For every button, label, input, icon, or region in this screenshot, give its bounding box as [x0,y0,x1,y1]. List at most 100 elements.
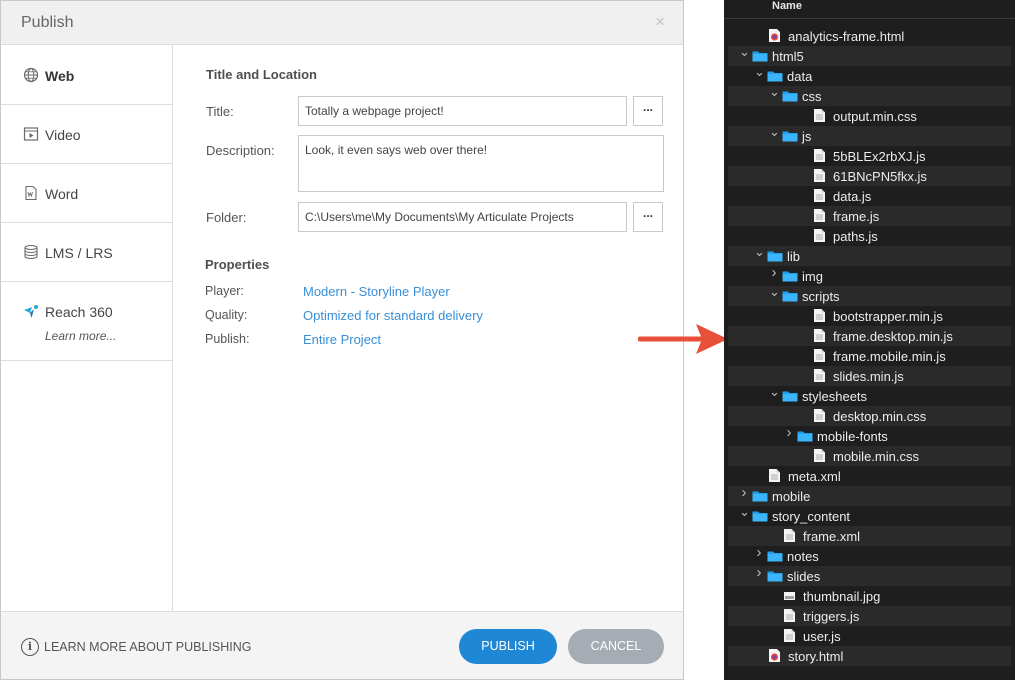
file-icon [814,369,825,382]
file-row[interactable]: frame.js [728,206,1011,226]
file-row[interactable]: analytics-frame.html [728,26,1011,46]
file-name: bootstrapper.min.js [833,309,943,324]
html-file-icon [769,649,780,662]
file-icon [814,409,825,422]
name-column-header[interactable]: Name [772,0,802,12]
publish-scope-link[interactable]: Entire Project [303,332,381,347]
properties-heading: Properties [205,257,270,272]
file-name: frame.js [833,209,880,224]
file-row[interactable]: output.min.css [728,106,1011,126]
folder-row[interactable]: ⌄ js [728,125,1011,146]
file-row[interactable]: frame.mobile.min.js [728,346,1011,366]
file-row[interactable]: story.html [728,646,1011,666]
chevron-down-icon[interactable]: ⌄ [754,245,765,258]
file-icon [814,449,825,462]
globe-icon [23,67,39,83]
chevron-right-icon[interactable]: › [739,485,749,500]
file-row[interactable]: 5bBLEx2rbXJ.js [728,146,1011,166]
folder-icon [767,551,783,562]
description-input[interactable]: Look, it even says web over there! [298,135,664,192]
file-row[interactable]: paths.js [728,226,1011,246]
file-name: paths.js [833,229,878,244]
folder-row[interactable]: › slides [728,565,1011,586]
file-row[interactable]: meta.xml [728,466,1011,486]
quality-link[interactable]: Optimized for standard delivery [303,308,483,323]
folder-row[interactable]: ⌄ scripts [728,285,1011,306]
file-row[interactable]: slides.min.js [728,366,1011,386]
file-name: mobile-fonts [817,429,888,444]
folder-input[interactable]: C:\Users\me\My Documents\My Articulate P… [298,202,627,232]
chevron-down-icon[interactable]: ⌄ [739,505,750,518]
sidebar-item-video[interactable]: Video [1,105,172,164]
cancel-button[interactable]: CANCEL [568,629,664,664]
folder-icon [767,71,783,82]
folder-icon [782,271,798,282]
file-row[interactable]: 61BNcPN5fkx.js [728,166,1011,186]
folder-row[interactable]: ⌄ stylesheets [728,385,1011,406]
learn-more-label: LEARN MORE ABOUT PUBLISHING [44,640,252,654]
chevron-down-icon[interactable]: ⌄ [769,285,780,298]
title-input[interactable]: Totally a webpage project! [298,96,627,126]
file-name: slides [787,569,821,584]
folder-icon [782,291,798,302]
sidebar-item-word[interactable]: Word [1,164,172,223]
close-icon[interactable]: × [655,12,665,32]
file-name: frame.mobile.min.js [833,349,946,364]
sidebar-item-lms-lrs[interactable]: LMS / LRS [1,223,172,282]
folder-browse-button[interactable]: ... [633,202,663,232]
folder-row[interactable]: › mobile-fonts [728,425,1011,446]
file-name: slides.min.js [833,369,904,384]
folder-row[interactable]: ⌄ data [728,65,1011,86]
sidebar-item-web[interactable]: Web [1,45,172,105]
file-row[interactable]: frame.desktop.min.js [728,326,1011,346]
folder-row[interactable]: ⌄ html5 [728,45,1011,66]
file-name: output.min.css [833,109,917,124]
file-row[interactable]: data.js [728,186,1011,206]
file-name: mobile [772,489,811,504]
file-icon [784,609,795,622]
file-icon [784,629,795,642]
file-row[interactable]: desktop.min.css [728,406,1011,426]
chevron-right-icon[interactable]: › [784,425,794,440]
video-icon [23,127,39,141]
chevron-down-icon[interactable]: ⌄ [769,125,780,138]
file-name: frame.desktop.min.js [833,329,953,344]
description-label: Description: [206,143,275,158]
file-name: stylesheets [802,389,868,404]
file-name: scripts [802,289,840,304]
file-name: img [802,269,823,284]
reach-360-icon [24,305,38,318]
file-icon [784,529,795,542]
publish-button[interactable]: PUBLISH [459,629,557,664]
chevron-down-icon[interactable]: ⌄ [739,45,750,58]
file-row[interactable]: bootstrapper.min.js [728,306,1011,326]
reach-learn-more-link[interactable]: Learn more... [45,329,116,343]
file-name: html5 [772,49,804,64]
folder-row[interactable]: › mobile [728,485,1011,506]
chevron-down-icon[interactable]: ⌄ [769,385,780,398]
dialog-footer: i LEARN MORE ABOUT PUBLISHING PUBLISH CA… [1,611,683,679]
chevron-right-icon[interactable]: › [754,545,764,560]
file-row[interactable]: user.js [728,626,1011,646]
file-name: story.html [788,649,844,664]
chevron-down-icon[interactable]: ⌄ [769,85,780,98]
folder-row[interactable]: ⌄ css [728,85,1011,106]
file-row[interactable]: frame.xml [728,526,1011,546]
chevron-right-icon[interactable]: › [754,565,764,580]
file-row[interactable]: triggers.js [728,606,1011,626]
folder-row[interactable]: ⌄ story_content [728,505,1011,526]
folder-row[interactable]: › img [728,265,1011,286]
sidebar-item-label: LMS / LRS [45,245,113,261]
chevron-right-icon[interactable]: › [769,265,779,280]
file-icon [814,229,825,242]
file-row[interactable]: mobile.min.css [728,446,1011,466]
file-name: js [802,129,812,144]
file-name: 61BNcPN5fkx.js [833,169,927,184]
player-link[interactable]: Modern - Storyline Player [303,284,450,299]
file-row[interactable]: thumbnail.jpg [728,586,1011,606]
folder-row[interactable]: ⌄ lib [728,245,1011,266]
folder-row[interactable]: › notes [728,545,1011,566]
chevron-down-icon[interactable]: ⌄ [754,65,765,78]
title-browse-button[interactable]: ... [633,96,663,126]
sidebar-item-reach-360[interactable]: Reach 360 Learn more... [1,282,172,361]
